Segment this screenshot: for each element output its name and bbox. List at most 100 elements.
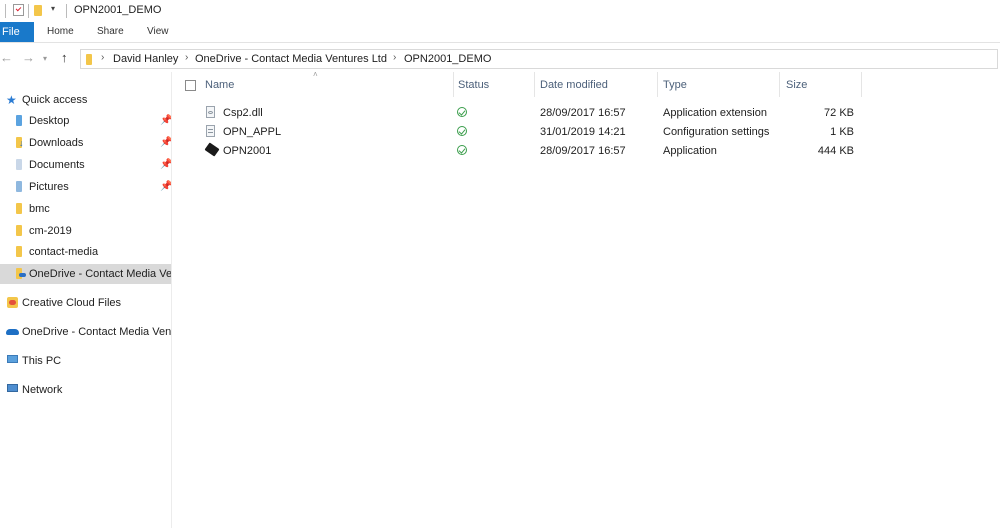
tab-file[interactable]: File	[0, 22, 34, 42]
address-bar[interactable]: › David Hanley › OneDrive - Contact Medi…	[80, 49, 998, 69]
sidebar-item-contact-media[interactable]: contact-media	[0, 242, 171, 262]
back-arrow-icon[interactable]: ←	[0, 50, 13, 66]
column-header-status[interactable]: Status	[458, 79, 489, 96]
breadcrumb-chevron-icon[interactable]: ›	[393, 52, 396, 63]
file-size: 1 KB	[830, 126, 854, 138]
file-name: Csp2.dll	[223, 107, 263, 119]
title-separator	[66, 4, 67, 18]
synced-status-icon	[457, 107, 467, 117]
select-all-checkbox[interactable]	[185, 80, 196, 91]
up-arrow-icon[interactable]: ↑	[61, 50, 68, 66]
ribbon-tabs: File Home Share View	[0, 22, 1000, 43]
star-icon: ★	[6, 93, 17, 107]
sidebar-item-documents[interactable]: Documents 📌	[0, 155, 171, 175]
sidebar-item-label: Downloads	[29, 137, 84, 149]
sidebar-item-onedrive[interactable]: OneDrive - Contact Media Ven	[0, 322, 172, 342]
column-header-name[interactable]: Name	[205, 79, 234, 96]
breadcrumb-current-folder[interactable]: OPN2001_DEMO	[404, 53, 491, 65]
column-header-date-modified[interactable]: Date modified	[540, 79, 608, 96]
sidebar-item-bmc[interactable]: bmc	[0, 199, 171, 219]
breadcrumb-chevron-icon[interactable]: ›	[185, 52, 188, 63]
file-list: ˄ Name Status Date modified Type Size Cs…	[173, 70, 1000, 528]
pin-icon[interactable]: 📌	[160, 155, 171, 175]
folder-icon	[16, 246, 22, 257]
network-icon	[7, 384, 18, 392]
sidebar-item-label: OneDrive - Contact Media Ven	[22, 326, 172, 338]
computer-icon	[7, 355, 18, 363]
desktop-folder-icon	[16, 115, 22, 126]
sidebar-item-downloads[interactable]: ↓ Downloads 📌	[0, 133, 171, 153]
tab-home[interactable]: Home	[47, 22, 74, 42]
column-divider[interactable]	[453, 72, 454, 97]
sidebar-item-label: cm-2019	[29, 225, 72, 237]
column-divider[interactable]	[534, 72, 535, 97]
file-row-opn2001[interactable]: OPN2001 28/09/2017 16:57 Application 444…	[173, 142, 863, 161]
sidebar-item-label: Creative Cloud Files	[22, 297, 122, 309]
download-arrow-icon: ↓	[19, 138, 24, 148]
tab-share[interactable]: Share	[97, 22, 124, 42]
title-separator	[5, 4, 6, 18]
new-folder-icon[interactable]	[34, 5, 42, 16]
column-header-size[interactable]: Size	[786, 79, 807, 96]
file-type: Application	[663, 145, 717, 157]
tab-view[interactable]: View	[147, 22, 169, 42]
sidebar-item-label: Desktop	[29, 115, 70, 127]
column-divider[interactable]	[657, 72, 658, 97]
address-folder-icon	[86, 54, 92, 65]
pin-icon[interactable]: 📌	[160, 133, 171, 153]
sidebar-item-onedrive-quick[interactable]: OneDrive - Contact Media Ve	[0, 264, 172, 284]
title-bar: ▾ OPN2001_DEMO	[0, 0, 1000, 22]
sidebar-item-desktop[interactable]: Desktop 📌	[0, 111, 171, 131]
folder-icon	[16, 203, 22, 214]
file-date-modified: 28/09/2017 16:57	[540, 107, 626, 119]
breadcrumb-onedrive[interactable]: OneDrive - Contact Media Ventures Ltd	[195, 53, 387, 65]
quick-access-dropdown-icon[interactable]: ▾	[51, 4, 55, 13]
dll-file-icon	[206, 106, 215, 118]
column-header-type[interactable]: Type	[663, 79, 687, 96]
sidebar-item-pictures[interactable]: Pictures 📌	[0, 177, 171, 197]
file-name: OPN_APPL	[223, 126, 282, 138]
config-file-icon	[206, 125, 215, 137]
title-separator	[28, 4, 29, 18]
sidebar-item-label: Pictures	[29, 181, 69, 193]
synced-status-icon	[457, 126, 467, 136]
column-divider[interactable]	[779, 72, 780, 97]
sidebar-item-quick-access[interactable]: ★ Quick access	[0, 90, 171, 110]
sidebar-item-label: Network	[22, 384, 63, 396]
onedrive-cloud-icon	[6, 329, 19, 335]
sidebar-item-network[interactable]: Network	[0, 380, 171, 400]
recent-locations-chevron-icon[interactable]: ▾	[43, 51, 47, 67]
sidebar-item-cm-2019[interactable]: cm-2019	[0, 221, 171, 241]
synced-status-icon	[457, 145, 467, 155]
file-row-opn-appl[interactable]: OPN_APPL 31/01/2019 14:21 Configuration …	[173, 123, 863, 142]
file-type: Application extension	[663, 107, 767, 119]
cloud-badge-icon	[19, 273, 26, 277]
file-type: Configuration settings	[663, 126, 770, 138]
sort-ascending-icon: ˄	[313, 70, 318, 79]
pin-icon[interactable]: 📌	[160, 177, 171, 197]
sidebar-item-label: bmc	[29, 203, 50, 215]
sidebar-item-creative-cloud[interactable]: Creative Cloud Files	[0, 293, 171, 313]
application-icon	[204, 142, 220, 157]
file-size: 72 KB	[824, 107, 854, 119]
forward-arrow-icon[interactable]: →	[22, 50, 35, 66]
sidebar-item-this-pc[interactable]: This PC	[0, 351, 171, 371]
sidebar-item-label: This PC	[22, 355, 62, 367]
breadcrumb-chevron-icon[interactable]: ›	[101, 52, 104, 63]
file-name: OPN2001	[223, 145, 272, 157]
sidebar-item-label: Quick access	[22, 94, 88, 106]
column-divider[interactable]	[861, 72, 862, 97]
file-date-modified: 28/09/2017 16:57	[540, 145, 626, 157]
file-size: 444 KB	[817, 145, 854, 157]
file-date-modified: 31/01/2019 14:21	[540, 126, 626, 138]
documents-folder-icon	[16, 159, 22, 170]
pictures-folder-icon	[16, 181, 22, 192]
creative-cloud-folder-icon	[7, 297, 18, 308]
sidebar-item-label: Documents	[29, 159, 85, 171]
folder-icon	[16, 225, 22, 236]
file-row-csp2-dll[interactable]: Csp2.dll 28/09/2017 16:57 Application ex…	[173, 104, 863, 123]
sidebar-item-label: OneDrive - Contact Media Ve	[29, 268, 172, 280]
pin-icon[interactable]: 📌	[160, 111, 171, 131]
properties-icon[interactable]	[13, 4, 24, 16]
breadcrumb-david-hanley[interactable]: David Hanley	[113, 53, 178, 65]
